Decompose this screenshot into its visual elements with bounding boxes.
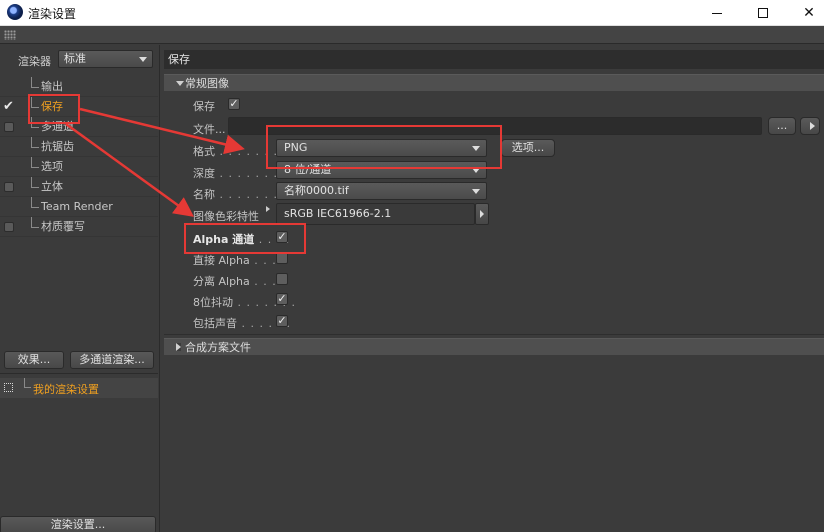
grip-icon[interactable] (4, 30, 16, 40)
save-label: 保存 (193, 100, 215, 113)
tree-item-label: Team Render (41, 200, 113, 213)
renderer-label: 渲染器 (18, 55, 51, 68)
close-icon: ✕ (803, 5, 815, 21)
save-checkbox[interactable]: ✓ (228, 98, 240, 110)
color-profile-menu-button[interactable] (475, 203, 489, 225)
include-sound-checkbox[interactable]: ✓ (276, 315, 288, 327)
close-button[interactable]: ✕ (786, 0, 824, 26)
renderer-row: 渲染器 标准 (0, 49, 160, 69)
group-compositing-project-file[interactable]: 合成方案文件 (164, 338, 824, 355)
minimize-button[interactable] (694, 0, 740, 26)
renderer-dropdown[interactable]: 标准 (58, 50, 153, 68)
renderer-value: 标准 (64, 52, 86, 65)
enable-checkbox[interactable] (4, 182, 14, 192)
file-menu-button[interactable] (800, 117, 820, 135)
annotation-box-alpha (184, 223, 306, 254)
file-label: 文件... (193, 123, 226, 136)
name-label: 名称 . . . . . . . (193, 188, 278, 201)
annotation-box-save (28, 94, 80, 124)
enable-checkbox[interactable] (4, 222, 14, 232)
preset-icon (4, 383, 13, 392)
tree-item-material-override[interactable]: 材质覆写 (0, 217, 158, 237)
tree-item-label: 抗锯齿 (41, 140, 74, 153)
attributes-panel: 保存 常规图像 保存 ✓ 文件... ... 格式 . . . . . . . … (164, 50, 824, 532)
play-arrow-icon (480, 210, 484, 218)
preset-item-my-render-settings[interactable]: 我的渲染设置 (0, 378, 158, 398)
tree-branch-line (31, 77, 39, 88)
expand-arrow-icon (176, 81, 184, 86)
divider (164, 334, 824, 335)
name-dropdown[interactable]: 名称0000.tif (276, 182, 487, 200)
title-bar: 渲染设置 ✕ (0, 0, 824, 26)
group-general-image[interactable]: 常规图像 (164, 74, 824, 91)
preset-label: 我的渲染设置 (33, 383, 99, 396)
annotation-box-format (266, 125, 502, 169)
straight-alpha-label: 直接 Alpha . . . (193, 254, 277, 267)
left-panel: 渲染器 标准 输出 ✔ 保存 多通道 抗锯齿 选项 立体 Team Render… (0, 45, 160, 532)
group-label: 合成方案文件 (185, 341, 251, 354)
chevron-down-icon (472, 189, 480, 194)
group-label: 常规图像 (185, 77, 229, 90)
tree-branch-line (31, 137, 39, 148)
dither-checkbox[interactable]: ✓ (276, 293, 288, 305)
render-settings-button[interactable]: 渲染设置... (0, 516, 156, 532)
tree-branch-line (31, 197, 39, 208)
file-browse-button[interactable]: ... (768, 117, 796, 135)
toolbar-grip-bar (0, 26, 824, 44)
chevron-down-icon (139, 57, 147, 62)
cinema4d-app-icon (7, 4, 23, 20)
checkmark-icon[interactable]: ✔ (3, 97, 14, 117)
separate-alpha-label: 分离 Alpha . . . . (193, 275, 286, 288)
collapse-arrow-icon (176, 343, 181, 351)
tree-item-team-render[interactable]: Team Render (0, 197, 158, 217)
tree-branch-line (31, 217, 39, 228)
tree-item-label: 材质覆写 (41, 220, 85, 233)
minimize-icon (712, 12, 722, 14)
tree-branch-line (24, 378, 31, 388)
separate-alpha-checkbox[interactable] (276, 273, 288, 285)
enable-checkbox[interactable] (4, 122, 14, 132)
multipass-render-button[interactable]: 多通道渲染... (70, 351, 154, 369)
maximize-icon (758, 8, 768, 18)
maximize-button[interactable] (740, 0, 786, 26)
effects-button[interactable]: 效果... (4, 351, 64, 369)
divider (0, 373, 158, 374)
tree-item-antialiasing[interactable]: 抗锯齿 (0, 137, 158, 157)
play-arrow-icon (810, 122, 815, 130)
tree-item-label: 选项 (41, 160, 63, 173)
options-button[interactable]: 选项... (501, 139, 555, 157)
panel-title: 保存 (164, 50, 824, 69)
caret-right-icon (266, 206, 270, 212)
tree-item-options[interactable]: 选项 (0, 157, 158, 177)
tree-item-stereo[interactable]: 立体 (0, 177, 158, 197)
color-profile-label: 图像色彩特性 (193, 210, 259, 223)
name-value: 名称0000.tif (284, 184, 349, 197)
tree-item-label: 立体 (41, 180, 63, 193)
tree-branch-line (31, 177, 39, 188)
window-title: 渲染设置 (28, 7, 77, 21)
tree-branch-line (31, 157, 39, 168)
color-profile-field[interactable]: sRGB IEC61966-2.1 (276, 203, 475, 225)
